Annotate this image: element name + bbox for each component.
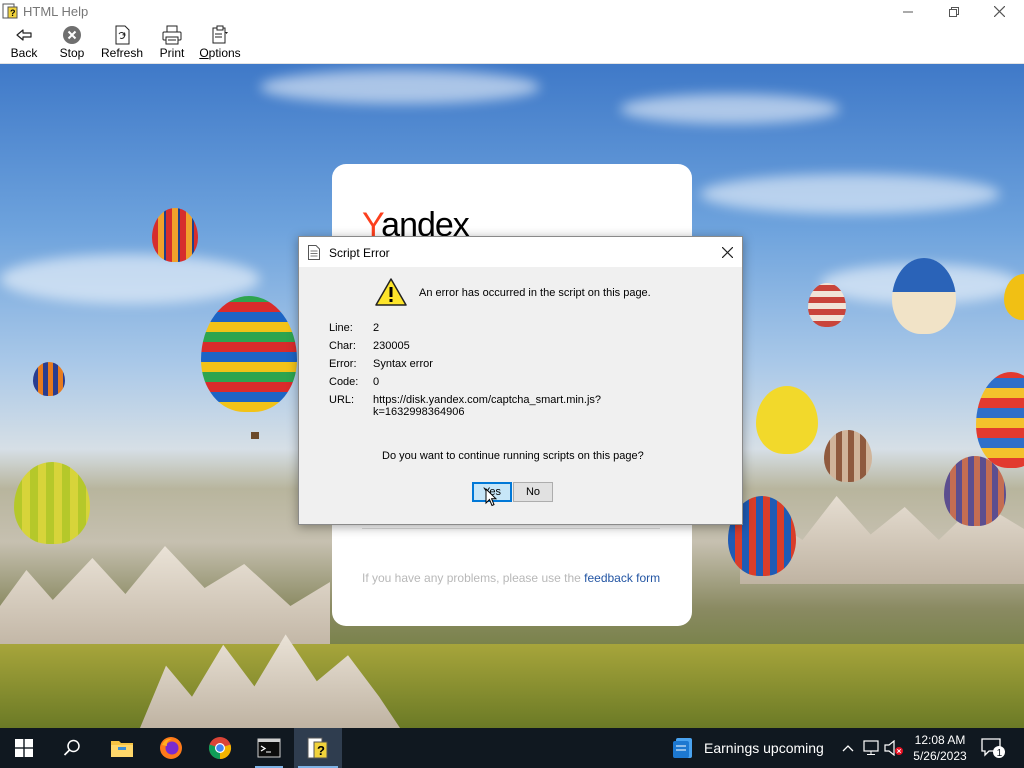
field-value-continued: k=1632998364906 [373,406,465,418]
close-icon [721,246,733,258]
help-document-icon: ? [2,3,18,19]
hot-air-balloon [976,372,1024,468]
dialog-titlebar: Script Error [299,237,742,267]
hot-air-balloon [944,456,1006,526]
field-key: Char: [329,340,356,352]
continue-question: Do you want to continue running scripts … [382,450,644,462]
hot-air-balloon [824,430,872,482]
no-button[interactable]: No [513,482,553,502]
stop-label: Stop [59,46,85,60]
file-explorer-icon [111,741,133,757]
field-key: Error: [329,358,357,370]
document-icon [308,245,320,260]
notification-icon: 1 [981,738,1005,759]
field-key: URL: [329,394,355,406]
volume-muted-icon [884,740,903,756]
mouse-cursor-icon [485,488,497,507]
network-icon [863,740,879,755]
problem-notice: If you have any problems, please use the… [362,571,660,585]
svg-text:?: ? [10,8,16,18]
clock-time: 12:08 AM [914,733,966,747]
firefox-icon [160,737,182,759]
window-title: HTML Help [23,4,89,19]
volume-status[interactable] [884,738,904,758]
start-button[interactable] [0,728,48,768]
field-value: 2 [373,322,380,334]
back-arrow-icon [16,29,32,41]
close-button[interactable] [976,0,1022,23]
restore-icon [949,6,959,17]
taskbar-firefox[interactable] [147,728,195,768]
hot-air-balloon [33,362,65,396]
refresh-label: Refresh [100,46,144,60]
search-button[interactable] [48,728,96,768]
cloud [0,254,260,304]
hot-air-balloon [152,208,198,262]
refresh-icon [115,25,130,45]
news-widget[interactable]: Earnings upcoming [672,728,824,768]
chevron-up-icon [842,745,854,752]
windows-start-icon [15,739,33,757]
cloud [620,94,840,124]
printer-icon [162,25,182,45]
print-button[interactable]: Print [158,25,186,61]
options-label: Options [199,46,241,60]
svg-text:?: ? [317,743,325,758]
hot-air-balloon [808,283,846,327]
window-titlebar: ? HTML Help [0,0,1024,23]
network-status[interactable] [861,738,881,758]
taskbar-file-explorer[interactable] [98,728,146,768]
problem-text: If you have any problems, please use the [362,571,585,585]
dialog-close-button[interactable] [712,237,742,267]
cloud [260,70,540,104]
dialog-title: Script Error [329,246,390,260]
rock-formation [0,546,330,654]
close-icon [993,6,1005,17]
clock-date: 5/26/2023 [913,749,967,763]
back-label: Back [10,46,38,60]
restore-button[interactable] [931,0,977,23]
field-value: Syntax error [373,358,433,370]
warning-icon [375,278,407,306]
taskbar-terminal[interactable] [245,728,293,768]
html-help-icon: ? [307,737,328,759]
chrome-icon [208,737,232,760]
search-icon [63,739,80,756]
hot-air-balloon [201,296,297,412]
print-label: Print [159,46,185,60]
hot-air-balloon [756,386,818,454]
stop-button[interactable]: Stop [58,25,86,61]
news-text: Earnings upcoming [704,740,824,756]
minimize-button[interactable] [885,0,931,23]
hot-air-balloon [14,462,90,544]
options-icon [212,25,228,44]
notification-count: 1 [997,748,1003,759]
field-value: 0 [373,376,380,388]
back-button[interactable]: Back [10,25,38,61]
refresh-button[interactable]: Refresh [100,25,144,61]
feedback-form-link[interactable]: feedback form [584,571,660,585]
notification-center-button[interactable]: 1 [980,736,1006,760]
cloud [700,174,1000,214]
balloon-basket [251,432,259,439]
script-error-dialog: Script Error An error has occurred in th… [298,236,743,525]
stop-icon [63,26,81,44]
news-icon [673,738,692,758]
field-value: https://disk.yandex.com/captcha_smart.mi… [373,394,602,406]
minimize-icon [903,11,913,12]
terminal-icon [257,738,281,758]
field-key: Line: [329,322,353,334]
options-button[interactable]: Options [199,25,241,61]
toolbar: Back Stop Refresh Print Options [0,23,1024,64]
field-key: Code: [329,376,359,388]
show-hidden-icons-button[interactable] [838,738,858,758]
taskbar: ? Earnings upcoming 12:08 AM 5/26/2023 1 [0,728,1024,768]
error-message: An error has occurred in the script on t… [419,287,651,299]
taskbar-chrome[interactable] [196,728,244,768]
taskbar-html-help[interactable]: ? [294,728,342,768]
system-clock[interactable]: 12:08 AM 5/26/2023 [908,732,972,764]
field-value: 230005 [373,340,410,352]
hot-air-balloon [892,258,956,334]
